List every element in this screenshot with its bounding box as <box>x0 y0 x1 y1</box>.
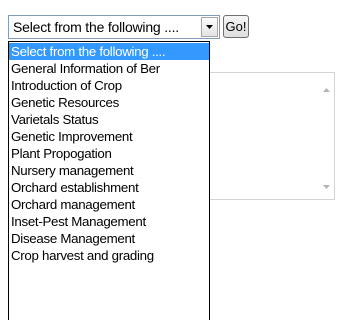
scroll-down-arrow-icon[interactable] <box>322 182 331 191</box>
dropdown-option[interactable]: Genetic Resources <box>9 94 209 111</box>
topic-select-value: Select from the following .... <box>13 19 179 35</box>
dropdown-list: Select from the following .... General In… <box>8 41 210 320</box>
dropdown-toggle-button[interactable] <box>201 17 218 37</box>
topic-select[interactable]: Select from the following .... <box>8 15 220 39</box>
dropdown-option[interactable]: Nursery management <box>9 162 209 179</box>
dropdown-option[interactable]: Crop harvest and grading <box>9 247 209 264</box>
content-textarea[interactable] <box>210 72 335 200</box>
dropdown-option[interactable]: General Information of Ber <box>9 60 209 77</box>
chevron-down-icon <box>206 25 213 29</box>
dropdown-option[interactable]: Select from the following .... <box>9 43 209 60</box>
dropdown-option[interactable]: Inset-Pest Management <box>9 213 209 230</box>
dropdown-option[interactable]: Plant Propogation <box>9 145 209 162</box>
dropdown-option[interactable]: Disease Management <box>9 230 209 247</box>
dropdown-option[interactable]: Introduction of Crop <box>9 77 209 94</box>
scroll-up-arrow-icon[interactable] <box>322 85 331 94</box>
dropdown-option[interactable]: Genetic Improvement <box>9 128 209 145</box>
dropdown-option[interactable]: Orchard establishment <box>9 179 209 196</box>
dropdown-option[interactable]: Orchard management <box>9 196 209 213</box>
dropdown-option[interactable]: Varietals Status <box>9 111 209 128</box>
go-button[interactable]: Go! <box>223 15 249 38</box>
